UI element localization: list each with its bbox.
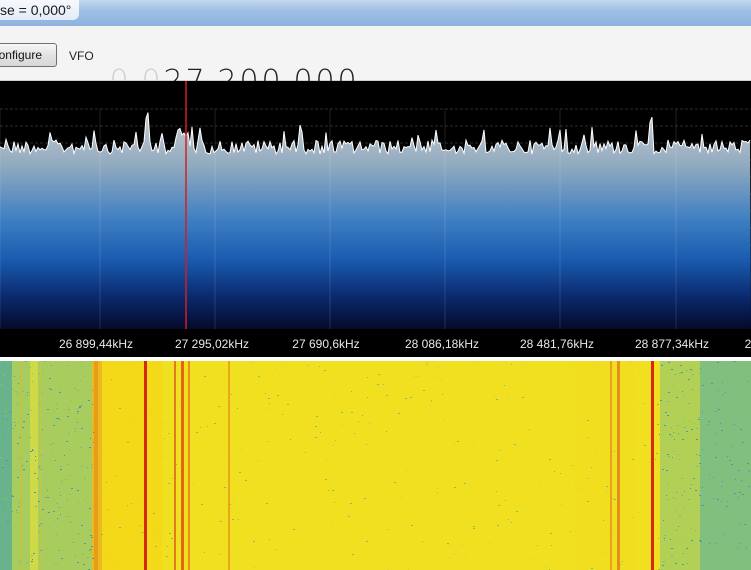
waterfall-signal-line	[610, 361, 612, 570]
title-bar: se = 0,000°	[0, 0, 751, 26]
frequency-tick-label: 26 899,44kHz	[59, 337, 133, 351]
waterfall-canvas[interactable]	[0, 361, 751, 570]
toolbar: onfigure VFO 0.027.200.000	[0, 26, 751, 99]
frequency-axis: 26 899,44kHz 27 295,02kHz 27 690,6kHz 28 08…	[59, 337, 751, 351]
waterfall-signal-line	[617, 361, 620, 570]
spectrum-canvas[interactable]: 26 899,44kHz 27 295,02kHz 27 690,6kHz 28 08…	[0, 81, 751, 357]
waterfall-signal-line	[651, 361, 654, 570]
window-title: se = 0,000°	[0, 0, 80, 20]
frequency-tick-label: 27 690,6kHz	[292, 337, 359, 351]
frequency-tick-label: 2	[745, 337, 751, 351]
frequency-tick-label: 28 086,18kHz	[405, 337, 479, 351]
frequency-tick-label: 27 295,02kHz	[175, 337, 249, 351]
frequency-tick-label: 28 481,76kHz	[520, 337, 594, 351]
waterfall-signal-line	[94, 361, 98, 570]
waterfall-signal-line	[144, 361, 147, 570]
frequency-tick-label: 28 877,34kHz	[635, 337, 709, 351]
waterfall-signal-line	[174, 361, 176, 570]
waterfall-signal-line	[20, 361, 22, 570]
configure-button[interactable]: onfigure	[0, 43, 57, 67]
waterfall-signal-line	[228, 361, 230, 570]
vfo-label: VFO	[69, 49, 94, 63]
waterfall-signal-line	[188, 361, 190, 570]
waterfall-plot[interactable]	[0, 361, 751, 570]
waterfall-signal-line	[181, 361, 184, 570]
waterfall-signal-line	[40, 361, 41, 570]
spectrum-plot[interactable]: 26 899,44kHz 27 295,02kHz 27 690,6kHz 28 08…	[0, 81, 751, 357]
